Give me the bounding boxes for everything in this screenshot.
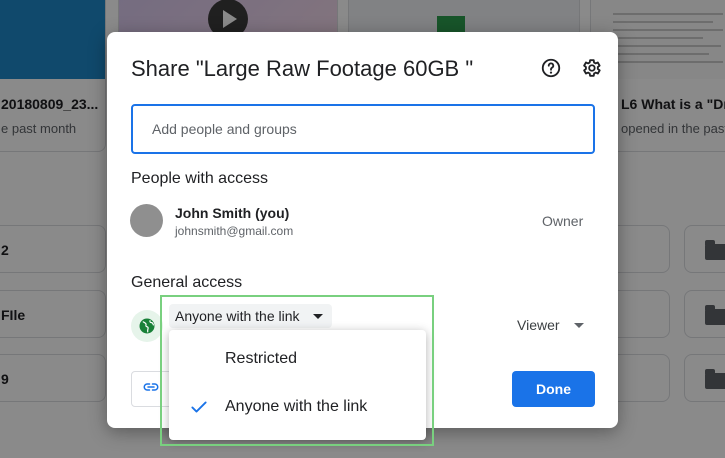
globe-icon	[131, 310, 163, 342]
link-icon	[142, 378, 160, 401]
viewer-role-label: Viewer	[517, 317, 560, 333]
general-access-heading: General access	[131, 274, 243, 291]
chevron-down-icon	[574, 323, 584, 328]
dialog-title: Share "Large Raw Footage 60GB "	[131, 56, 474, 81]
help-circle-icon[interactable]	[538, 55, 564, 81]
general-access-selected: Anyone with the link	[175, 308, 300, 324]
chevron-down-icon	[312, 314, 323, 319]
viewer-role-dropdown[interactable]: Viewer	[517, 317, 584, 333]
person-email: johnsmith@gmail.com	[175, 224, 294, 238]
menu-item-restricted[interactable]: Restricted	[169, 335, 426, 383]
general-access-dropdown[interactable]: Anyone with the link	[169, 304, 332, 328]
general-access-menu: Restricted Anyone with the link	[169, 330, 426, 440]
done-button[interactable]: Done	[512, 371, 595, 407]
gear-icon[interactable]	[578, 55, 604, 81]
people-with-access-heading: People with access	[131, 170, 268, 187]
person-name: John Smith (you)	[175, 205, 290, 221]
menu-item-anyone-with-link[interactable]: Anyone with the link	[169, 383, 426, 431]
menu-item-label: Restricted	[225, 350, 298, 367]
add-people-input[interactable]	[131, 104, 595, 154]
avatar	[130, 204, 163, 237]
owner-role-label: Owner	[542, 213, 584, 229]
menu-item-label: Anyone with the link	[225, 398, 368, 415]
checkmark-icon	[189, 397, 209, 422]
